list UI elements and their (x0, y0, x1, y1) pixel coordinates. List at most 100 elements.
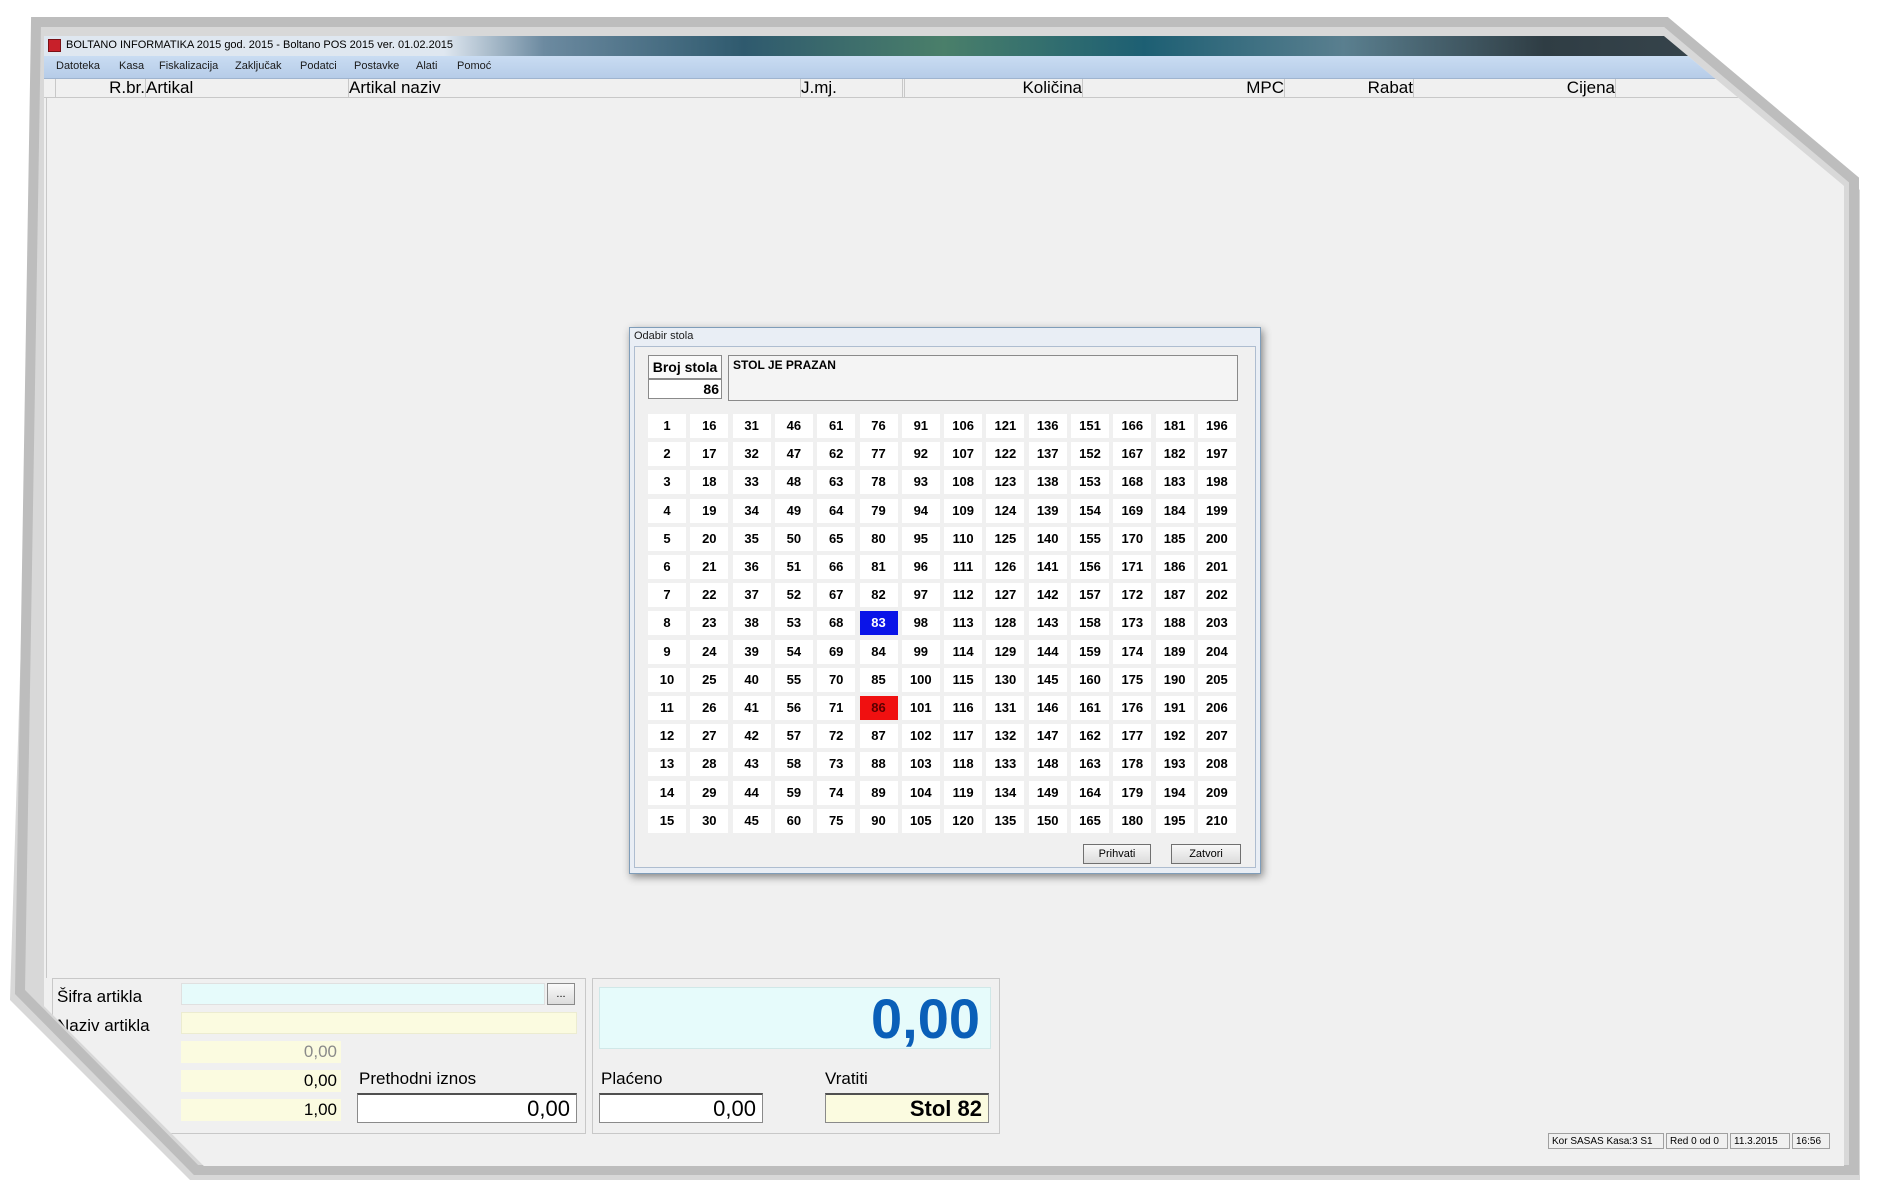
table-button[interactable]: 33 (732, 470, 771, 495)
table-button[interactable]: 119 (944, 780, 983, 805)
table-button[interactable]: 49 (774, 498, 813, 523)
table-button[interactable]: 29 (690, 780, 729, 805)
table-button[interactable]: 197 (1197, 442, 1236, 467)
table-button[interactable]: 110 (944, 526, 983, 551)
table-button[interactable]: 149 (1028, 780, 1067, 805)
table-button[interactable]: 183 (1155, 470, 1194, 495)
table-button[interactable]: 69 (817, 639, 856, 664)
table-button[interactable]: 14 (648, 780, 686, 805)
browse-button[interactable]: ... (547, 983, 575, 1005)
table-button[interactable]: 51 (774, 555, 813, 579)
table-button[interactable]: 175 (1113, 667, 1152, 692)
table-button[interactable]: 198 (1197, 470, 1236, 495)
table-button[interactable]: 43 (732, 752, 771, 777)
table-button[interactable]: 202 (1197, 583, 1236, 608)
table-button[interactable]: 3 (648, 470, 686, 495)
table-button[interactable]: 83 (859, 611, 898, 636)
table-button[interactable]: 27 (690, 724, 729, 749)
table-button[interactable]: 60 (774, 808, 813, 833)
table-button[interactable]: 52 (774, 583, 813, 608)
table-button[interactable]: 55 (774, 667, 813, 692)
table-button[interactable]: 88 (859, 752, 898, 777)
table-button[interactable]: 101 (901, 696, 940, 720)
table-button[interactable]: 63 (817, 470, 856, 495)
table-button[interactable]: 61 (817, 414, 856, 438)
table-button[interactable]: 113 (944, 611, 983, 636)
table-button[interactable]: 53 (774, 611, 813, 636)
table-button[interactable]: 87 (859, 724, 898, 749)
table-button[interactable]: 203 (1197, 611, 1236, 636)
table-button[interactable]: 154 (1071, 498, 1109, 523)
table-button[interactable]: 9 (648, 639, 686, 664)
table-button[interactable]: 65 (817, 526, 856, 551)
table-button[interactable]: 141 (1028, 555, 1067, 579)
table-button[interactable]: 165 (1071, 808, 1109, 833)
column-header-selector[interactable] (44, 79, 56, 97)
column-header-artikal-naziv[interactable]: Artikal naziv (349, 79, 801, 97)
table-button[interactable]: 10 (648, 667, 686, 692)
table-button[interactable]: 120 (944, 808, 983, 833)
table-button[interactable]: 37 (732, 583, 771, 608)
table-button[interactable]: 176 (1113, 696, 1152, 720)
table-button[interactable]: 124 (986, 498, 1025, 523)
table-button[interactable]: 123 (986, 470, 1025, 495)
menu-pomoc[interactable]: Pomoć (457, 60, 491, 72)
table-button[interactable]: 201 (1197, 555, 1236, 579)
table-button[interactable]: 168 (1113, 470, 1152, 495)
table-button[interactable]: 117 (944, 724, 983, 749)
table-button[interactable]: 73 (817, 752, 856, 777)
table-button[interactable]: 209 (1197, 780, 1236, 805)
table-button[interactable]: 144 (1028, 639, 1067, 664)
table-button[interactable]: 58 (774, 752, 813, 777)
table-button[interactable]: 13 (648, 752, 686, 777)
table-button[interactable]: 206 (1197, 696, 1236, 720)
column-header-rabat[interactable]: Rabat (1285, 79, 1414, 97)
table-button[interactable]: 32 (732, 442, 771, 467)
table-button[interactable]: 135 (986, 808, 1025, 833)
table-button[interactable]: 153 (1071, 470, 1109, 495)
quantity-field[interactable]: 1,00 (181, 1099, 341, 1121)
table-button[interactable]: 163 (1071, 752, 1109, 777)
table-button[interactable]: 28 (690, 752, 729, 777)
table-button[interactable]: 25 (690, 667, 729, 692)
table-button[interactable]: 76 (859, 414, 898, 438)
table-button[interactable]: 30 (690, 808, 729, 833)
table-button[interactable]: 131 (986, 696, 1025, 720)
table-button[interactable]: 2 (648, 442, 686, 467)
table-button[interactable]: 160 (1071, 667, 1109, 692)
table-button[interactable]: 89 (859, 780, 898, 805)
table-button[interactable]: 72 (817, 724, 856, 749)
table-button[interactable]: 103 (901, 752, 940, 777)
table-button[interactable]: 207 (1197, 724, 1236, 749)
table-button[interactable]: 138 (1028, 470, 1067, 495)
table-button[interactable]: 190 (1155, 667, 1194, 692)
table-button[interactable]: 95 (901, 526, 940, 551)
table-button[interactable]: 185 (1155, 526, 1194, 551)
table-button[interactable]: 139 (1028, 498, 1067, 523)
table-button[interactable]: 140 (1028, 526, 1067, 551)
table-button[interactable]: 92 (901, 442, 940, 467)
table-button[interactable]: 115 (944, 667, 983, 692)
menu-zakljucak[interactable]: Zaključak (235, 60, 281, 72)
table-button[interactable]: 90 (859, 808, 898, 833)
table-button[interactable]: 79 (859, 498, 898, 523)
table-button[interactable]: 200 (1197, 526, 1236, 551)
table-button[interactable]: 172 (1113, 583, 1152, 608)
table-button[interactable]: 178 (1113, 752, 1152, 777)
table-button[interactable]: 133 (986, 752, 1025, 777)
table-button[interactable]: 130 (986, 667, 1025, 692)
table-button[interactable]: 47 (774, 442, 813, 467)
table-button[interactable]: 148 (1028, 752, 1067, 777)
table-button[interactable]: 26 (690, 696, 729, 720)
table-button[interactable]: 157 (1071, 583, 1109, 608)
table-button[interactable]: 56 (774, 696, 813, 720)
value-field-1[interactable]: 0,00 (181, 1041, 341, 1063)
table-button[interactable]: 161 (1071, 696, 1109, 720)
table-button[interactable]: 174 (1113, 639, 1152, 664)
table-button[interactable]: 114 (944, 639, 983, 664)
table-button[interactable]: 98 (901, 611, 940, 636)
menu-podatci[interactable]: Podatci (300, 60, 337, 72)
table-button[interactable]: 67 (817, 583, 856, 608)
table-button[interactable]: 54 (774, 639, 813, 664)
table-button[interactable]: 208 (1197, 752, 1236, 777)
